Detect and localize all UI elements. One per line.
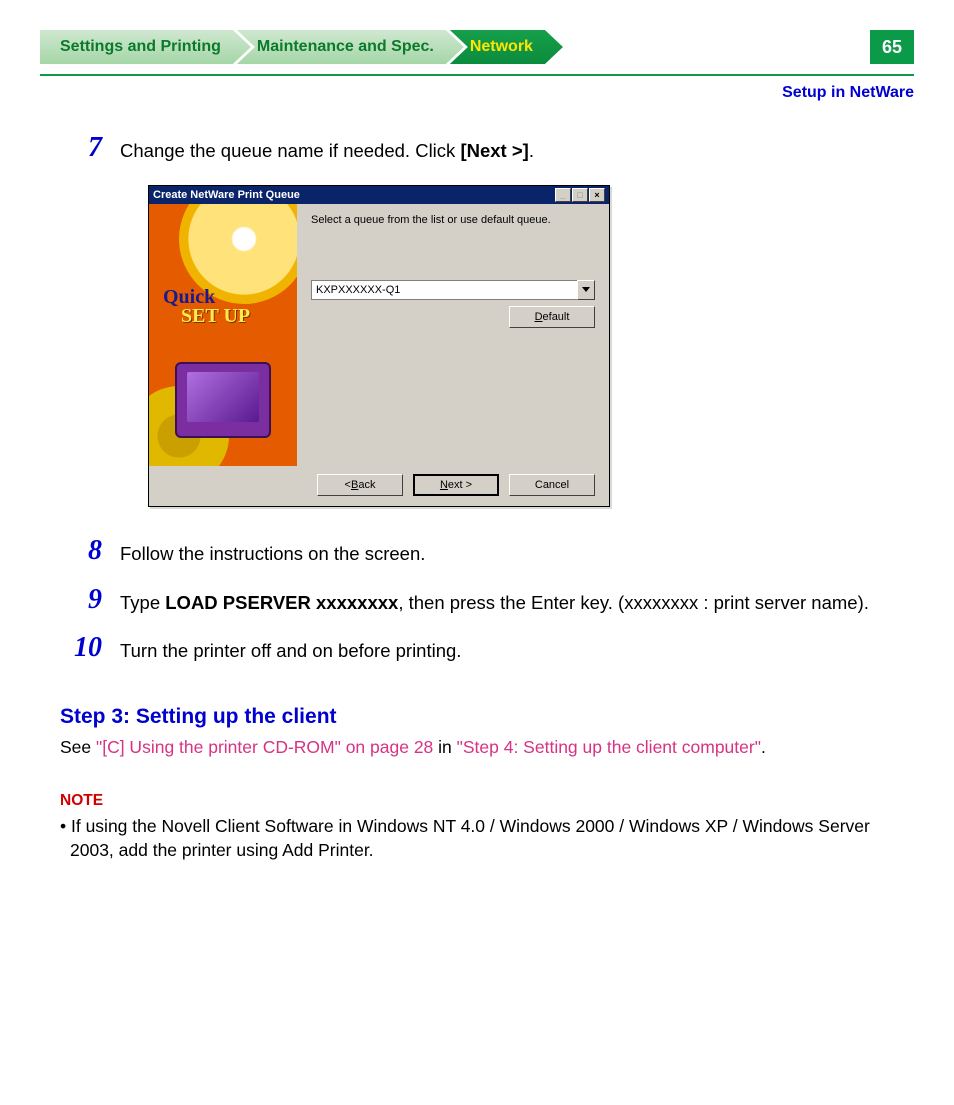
step-number: 10 [60,632,120,665]
step-text-bold: [Next >] [460,140,528,161]
crossref-link[interactable]: "[C] Using the printer CD-ROM" on page 2… [96,737,433,757]
header-rule [40,74,914,76]
text-part: See [60,737,96,757]
cancel-button[interactable]: Cancel [509,474,595,496]
step-text-part: Change the queue name if needed. Click [120,140,460,161]
dialog-sidebar-art: Quick SET UP [149,204,297,466]
step-text-part: . [529,140,534,161]
queue-combobox[interactable] [311,280,595,300]
btn-ul: N [440,479,448,491]
dialog-title: Create NetWare Print Queue [153,189,555,201]
back-button[interactable]: < Back [317,474,403,496]
btn-ul: B [351,479,358,491]
note-bullet: • If using the Novell Client Software in… [60,814,894,863]
page-number: 65 [870,30,914,64]
tab-settings-label: Settings and Printing [60,38,221,56]
step-number: 8 [60,535,120,568]
step-text-part: Type [120,592,165,613]
default-button[interactable]: Default [509,306,595,328]
setup-text: SET UP [181,305,250,328]
dialog-figure: Create NetWare Print Queue _ □ × Quick S… [148,185,894,507]
section-heading: Step 3: Setting up the client [60,705,894,729]
tab-settings[interactable]: Settings and Printing [40,30,251,64]
tab-maintenance-label: Maintenance and Spec. [257,38,434,56]
text-part: in [433,737,456,757]
section-body: See "[C] Using the printer CD-ROM" on pa… [60,735,894,760]
step-9: 9 Type LOAD PSERVER xxxxxxxx, then press… [60,584,894,617]
step-text: Type LOAD PSERVER xxxxxxxx, then press t… [120,584,869,617]
step-10: 10 Turn the printer off and on before pr… [60,632,894,665]
dialog-titlebar: Create NetWare Print Queue _ □ × [149,186,609,204]
tab-network[interactable]: Network [450,30,563,64]
dialog-instruction: Select a queue from the list or use defa… [311,214,595,226]
step-text: Change the queue name if needed. Click [… [120,132,534,165]
next-button[interactable]: Next > [413,474,499,496]
btn-ul: D [535,311,543,323]
step-text: Follow the instructions on the screen. [120,535,425,568]
dialog-window: Create NetWare Print Queue _ □ × Quick S… [148,185,610,507]
chevron-down-icon[interactable] [577,280,595,300]
top-tabs: Settings and Printing Maintenance and Sp… [40,30,914,64]
step-8: 8 Follow the instructions on the screen. [60,535,894,568]
btn-rest: efault [543,311,570,323]
step-7: 7 Change the queue name if needed. Click… [60,132,894,165]
maximize-icon[interactable]: □ [572,188,588,202]
crossref-link[interactable]: "Step 4: Setting up the client computer" [457,737,761,757]
minimize-icon[interactable]: _ [555,188,571,202]
step-number: 9 [60,584,120,617]
btn-rest: ack [358,479,375,491]
monitor-icon [175,362,271,438]
btn-rest: ext > [448,479,472,491]
close-icon[interactable]: × [589,188,605,202]
step-text-part: , then press the Enter key. (xxxxxxxx : … [398,592,869,613]
quick-setup-logo: Quick SET UP [163,286,250,328]
breadcrumb: Setup in NetWare [40,84,914,102]
queue-input[interactable] [311,280,577,300]
tab-network-label: Network [470,38,533,56]
tab-maintenance[interactable]: Maintenance and Spec. [237,30,464,64]
step-text: Turn the printer off and on before print… [120,632,461,665]
note-label: NOTE [60,792,894,810]
dialog-footer: < Back Next > Cancel [149,466,609,506]
step-number: 7 [60,132,120,165]
text-part: . [761,737,766,757]
step-text-bold: LOAD PSERVER xxxxxxxx [165,592,398,613]
btn-label: Cancel [535,479,569,491]
